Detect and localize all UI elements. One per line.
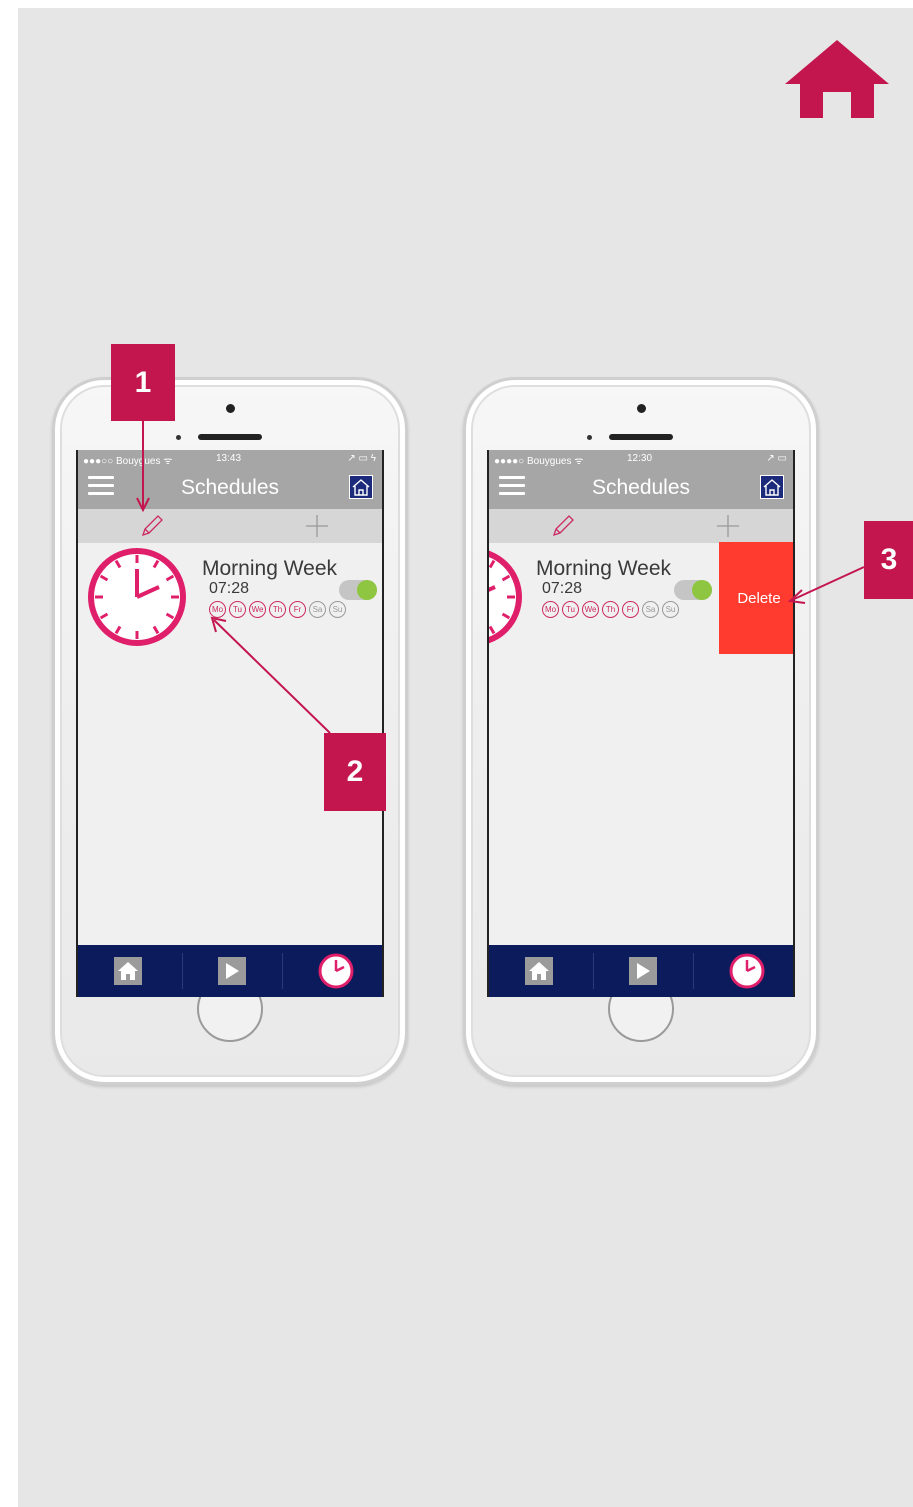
day-su[interactable]: Su — [329, 601, 346, 618]
schedule-row[interactable]: Morning Week 07:28 Mo Tu We Th Fr Sa Su — [78, 543, 382, 647]
callout-marker-1: 1 — [111, 344, 175, 421]
tab-divider — [282, 953, 283, 989]
home-icon — [525, 957, 553, 985]
phone-right: ●●●●○ Bouygues ᯤ 12:30 ↗ ▭ Schedules Mor… — [463, 377, 819, 1085]
toolbar — [489, 509, 793, 543]
status-bar: ●●●○○ Bouygues ᯤ 13:43 ↗ ▭ ϟ — [78, 450, 382, 469]
tab-schedules[interactable] — [697, 945, 793, 997]
callout-marker-2: 2 — [324, 733, 386, 811]
day-su[interactable]: Su — [662, 601, 679, 618]
tab-schedules[interactable] — [286, 945, 382, 997]
phone-left: ●●●○○ Bouygues ᯤ 13:43 ↗ ▭ ϟ Schedules M… — [52, 377, 408, 1085]
tab-divider — [693, 953, 694, 989]
day-mo[interactable]: Mo — [542, 601, 559, 618]
clock-icon — [489, 550, 522, 644]
day-tu[interactable]: Tu — [562, 601, 579, 618]
schedule-name: Morning Week — [202, 557, 338, 580]
status-icons: ↗ ▭ ϟ — [347, 453, 376, 464]
callout-marker-3: 3 — [864, 521, 913, 599]
play-icon — [629, 957, 657, 985]
schedule-time: 07:28 — [542, 580, 583, 597]
page-title: Schedules — [591, 476, 691, 499]
carrier-label: ●●●○○ Bouygues ᯤ — [83, 456, 173, 467]
camera — [637, 404, 646, 413]
clock-icon — [729, 953, 765, 989]
status-time: 13:43 — [216, 453, 242, 464]
day-sa[interactable]: Sa — [642, 601, 659, 618]
delete-button[interactable]: Delete — [719, 542, 793, 654]
camera — [226, 404, 235, 413]
day-tu[interactable]: Tu — [229, 601, 246, 618]
tab-home[interactable] — [489, 945, 589, 997]
home-icon — [114, 957, 142, 985]
edit-pencil-icon[interactable] — [139, 513, 165, 539]
schedule-name: Morning Week — [536, 557, 672, 580]
clock-icon — [318, 953, 354, 989]
day-we[interactable]: We — [249, 601, 266, 618]
play-icon — [218, 957, 246, 985]
day-th[interactable]: Th — [602, 601, 619, 618]
tab-home[interactable] — [78, 945, 178, 997]
day-th[interactable]: Th — [269, 601, 286, 618]
nav-bar: Schedules — [78, 469, 382, 509]
clock-icon — [88, 548, 186, 646]
home-shortcut-icon[interactable] — [760, 475, 784, 499]
day-selector: Mo Tu We Th Fr Sa Su — [542, 601, 679, 618]
sensor — [176, 435, 181, 440]
nav-bar: Schedules — [489, 469, 793, 509]
home-shortcut-icon[interactable] — [349, 475, 373, 499]
home-icon — [785, 40, 889, 118]
page-title: Schedules — [180, 476, 280, 499]
edit-pencil-icon[interactable] — [550, 513, 576, 539]
status-time: 12:30 — [627, 453, 653, 464]
tab-bar — [78, 945, 382, 997]
day-mo[interactable]: Mo — [209, 601, 226, 618]
speaker — [198, 434, 262, 440]
add-plus-icon[interactable] — [304, 513, 330, 539]
carrier-label: ●●●●○ Bouygues ᯤ — [494, 456, 584, 467]
schedule-toggle[interactable] — [339, 580, 377, 600]
schedule-time: 07:28 — [209, 580, 250, 597]
day-selector: Mo Tu We Th Fr Sa Su — [209, 601, 346, 618]
day-we[interactable]: We — [582, 601, 599, 618]
add-plus-icon[interactable] — [715, 513, 741, 539]
speaker — [609, 434, 673, 440]
day-fr[interactable]: Fr — [622, 601, 639, 618]
tab-play[interactable] — [182, 945, 282, 997]
schedule-toggle[interactable] — [674, 580, 712, 600]
tab-play[interactable] — [593, 945, 693, 997]
screen: ●●●○○ Bouygues ᯤ 13:43 ↗ ▭ ϟ Schedules M… — [76, 450, 384, 997]
toolbar — [78, 509, 382, 543]
tab-bar — [489, 945, 793, 997]
status-bar: ●●●●○ Bouygues ᯤ 12:30 ↗ ▭ — [489, 450, 793, 469]
status-icons: ↗ ▭ — [766, 453, 787, 464]
sensor — [587, 435, 592, 440]
screen: ●●●●○ Bouygues ᯤ 12:30 ↗ ▭ Schedules Mor… — [487, 450, 795, 997]
day-sa[interactable]: Sa — [309, 601, 326, 618]
day-fr[interactable]: Fr — [289, 601, 306, 618]
